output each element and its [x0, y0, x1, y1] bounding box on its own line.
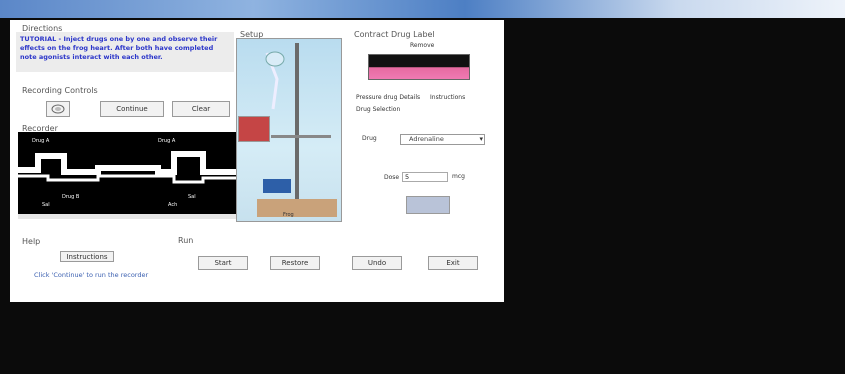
dose-label: Dose	[384, 174, 400, 181]
recording-controls-label: Recording Controls	[22, 86, 98, 95]
heart-thumbnail	[238, 116, 270, 142]
help-group-label: Help	[22, 237, 41, 246]
clear-button[interactable]: Clear	[172, 101, 230, 117]
chevron-down-icon[interactable]: ▾	[479, 135, 483, 143]
frog-label: Frog	[283, 212, 294, 218]
record-button[interactable]	[46, 101, 70, 117]
undo-button[interactable]: Undo	[352, 256, 402, 270]
tab-instructions[interactable]: Instructions	[430, 94, 465, 101]
drug-label: Drug	[362, 135, 377, 142]
record-icon	[51, 104, 65, 114]
dose-unit: mcg	[452, 173, 465, 180]
drug-select[interactable]: Adrenaline ▾	[400, 134, 485, 145]
recording-chart: Drug A Drug A Sal Drug B Ach Sal	[18, 132, 236, 214]
recording-scrollbar[interactable]	[18, 214, 236, 219]
title-bar	[0, 0, 845, 18]
drug-selection-label: Drug Selection	[356, 106, 401, 113]
marker-6: Sal	[188, 194, 196, 200]
help-hint: Click 'Continue' to run the recorder	[34, 271, 149, 279]
restore-button[interactable]: Restore	[270, 256, 320, 270]
instructions-text: TUTORIAL - Inject drugs one by one and o…	[20, 35, 218, 61]
continue-button[interactable]: Continue	[100, 101, 164, 117]
dose-input[interactable]: 5	[402, 172, 448, 182]
start-button[interactable]: Start	[198, 256, 248, 270]
drug-gradient-bar	[368, 54, 470, 80]
instructions-button[interactable]: Instructions	[60, 251, 114, 262]
tab-pressure-drug-details[interactable]: Pressure drug Details	[356, 94, 420, 101]
recording-trace: Drug A Drug A Sal Drug B Ach Sal	[18, 138, 236, 208]
drugs-group-label: Contract Drug Label	[354, 30, 435, 39]
marker-4: Drug B	[62, 194, 80, 200]
marker-2: Drug A	[158, 138, 176, 144]
inject-button[interactable]	[406, 196, 450, 214]
remove-tab[interactable]: Remove	[410, 42, 434, 49]
run-group-label: Run	[178, 236, 194, 245]
exit-button[interactable]: Exit	[428, 256, 478, 270]
drug-select-value: Adrenaline	[409, 135, 444, 143]
instructions-box: TUTORIAL - Inject drugs one by one and o…	[16, 32, 234, 72]
marker-1: Drug A	[32, 138, 50, 144]
marker-5: Ach	[168, 202, 177, 208]
marker-3: Sal	[42, 202, 50, 208]
